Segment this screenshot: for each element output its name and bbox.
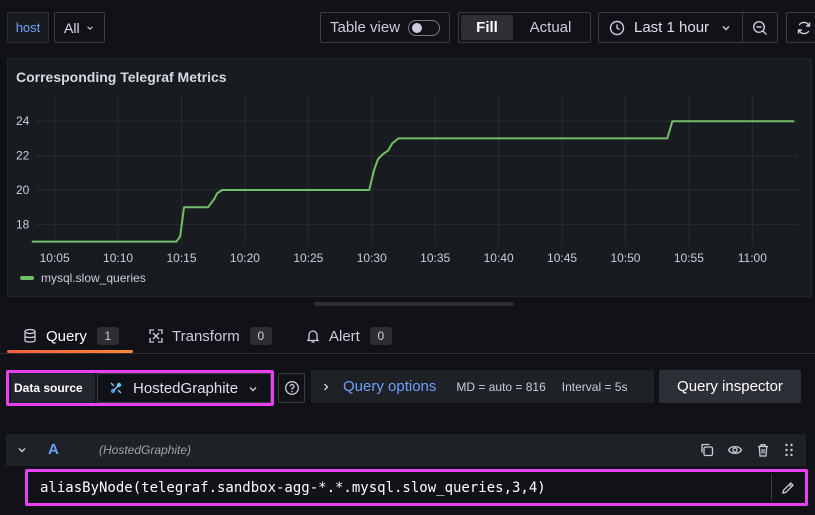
collapse-chevron-icon[interactable] [17,445,27,455]
query-row-header: A (HostedGraphite) [6,434,806,466]
refresh-icon [797,21,811,34]
tab-label: Alert [329,327,360,345]
legend-label[interactable]: mysql.slow_queries [41,271,146,285]
query-text[interactable]: aliasByNode(telegraf.sandbox-agg-*.*.mys… [40,480,546,496]
actual-option[interactable]: Actual [513,15,588,40]
datasource-picker[interactable]: HostedGraphite [97,373,271,403]
x-tick-label: 10:10 [103,251,133,265]
toggle-edit-mode-button[interactable] [771,474,803,501]
graph-panel: Corresponding Telegraf Metrics 18 20 22 24 1… [7,58,812,297]
question-circle-icon [284,381,299,395]
chevron-down-icon [249,387,257,392]
datasource-help-button[interactable] [278,373,305,403]
tab-count-badge: 1 [96,327,119,345]
x-tick-label: 10:40 [484,251,514,265]
query-editor[interactable]: aliasByNode(telegraf.sandbox-agg-*.*.mys… [25,469,808,506]
time-range-label: Last 1 hour [634,19,710,36]
legend-swatch [20,276,34,280]
x-tick-label: 10:35 [420,251,450,265]
x-tick-label: 10:55 [674,251,704,265]
x-tick-label: 10:20 [230,251,260,265]
pencil-icon [781,481,794,494]
x-tick-label: 10:15 [166,251,196,265]
fill-option[interactable]: Fill [461,15,513,40]
panel-resize-handle[interactable] [314,302,514,306]
query-options-toggle[interactable]: Query options MD = auto = 816 Interval =… [311,370,654,403]
clock-icon [609,20,625,35]
x-tick-label: 10:50 [610,251,640,265]
max-data-points-text: MD = auto = 816 [456,379,546,394]
interval-text: Interval = 5s [561,379,628,394]
eye-icon[interactable] [727,442,743,458]
tab-count-badge: 0 [369,327,392,345]
legend: mysql.slow_queries [20,271,146,285]
x-tick-label: 10:25 [293,251,323,265]
editor-tabs: Query 1 Transform 0 Alert 0 [0,318,815,354]
refresh-button[interactable] [786,12,815,43]
time-series-chart: 18 20 22 24 10:05 10:10 10:15 10:20 10:25 10:30 10… [16,96,798,265]
y-tick-label: 24 [16,114,30,128]
query-inspector-button[interactable]: Query inspector [659,370,801,403]
host-variable-select[interactable]: All [54,12,105,43]
toggle-switch[interactable] [408,20,440,36]
chevron-down-icon [722,25,730,30]
trash-icon[interactable] [755,442,771,458]
table-view-label: Table view [330,19,401,36]
tab-label: Transform [172,327,240,345]
y-tick-label: 18 [16,217,30,231]
query-datasource-name: (HostedGraphite) [99,443,192,457]
tab-alert[interactable]: Alert 0 [305,318,392,354]
x-tick-label: 11:00 [738,251,767,265]
drag-handle-icon[interactable] [781,442,797,458]
variable-label-host: host [7,12,49,43]
host-variable-value: All [64,19,80,36]
series-line-mysql.slow_queries [31,120,795,243]
tab-transform[interactable]: Transform 0 [148,318,272,354]
y-tick-label: 22 [16,149,30,163]
x-tick-label: 10:45 [547,251,577,265]
fill-actual-radio-group: Fill Actual [458,12,591,43]
query-options-label: Query options [343,378,437,395]
database-icon [24,328,36,343]
chevron-right-icon [324,383,329,390]
time-range-picker[interactable]: Last 1 hour [598,12,743,43]
transform-icon [149,329,163,343]
dashboard-toolbar: host All Table view Fill Actual Last 1 h… [0,0,815,56]
query-ref-id[interactable]: A [48,441,59,458]
tab-count-badge: 0 [249,327,272,345]
datasource-value: HostedGraphite [133,379,239,397]
datasource-label: Data source [11,373,95,403]
hostedgraphite-icon [110,382,122,394]
tab-query[interactable]: Query 1 [22,318,119,354]
chevron-down-icon [86,25,93,30]
active-tab-indicator [7,350,133,353]
bell-icon [306,330,320,343]
duplicate-icon[interactable] [699,442,715,458]
table-view-toggle[interactable]: Table view [320,12,450,43]
tab-label: Query [46,327,87,345]
zoom-out-button[interactable] [742,12,778,43]
y-tick-label: 20 [16,183,30,197]
zoom-out-icon [752,20,767,35]
x-tick-label: 10:30 [357,251,387,265]
x-tick-label: 10:05 [40,251,70,265]
